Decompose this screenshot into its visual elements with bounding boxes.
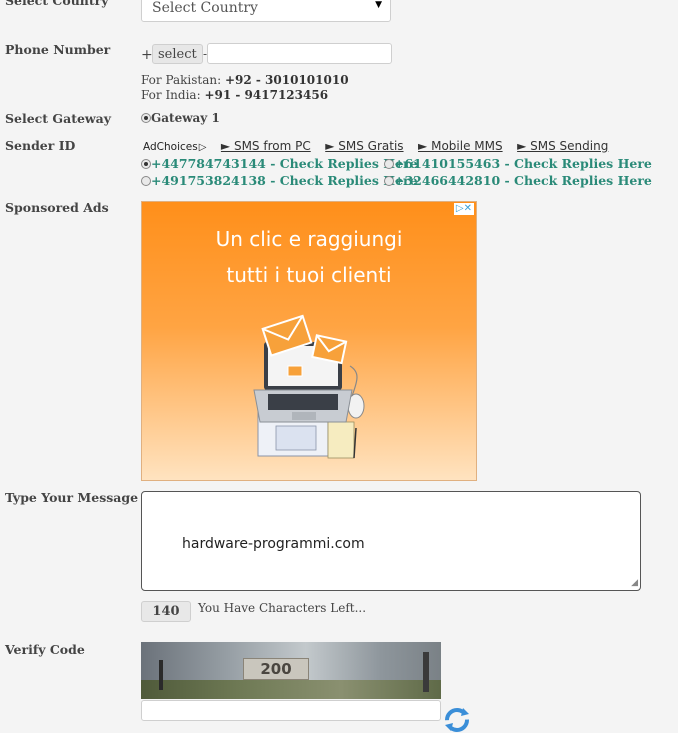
ad-banner[interactable]: ▷✕ Un clic e raggiungi tutti i tuoi clie… (141, 201, 477, 481)
country-label: Select Country (5, 0, 109, 8)
verify-label: Verify Code (5, 642, 85, 657)
char-counter-label: You Have Characters Left... (198, 601, 367, 615)
ad-headline-2: tutti i tuoi clienti (226, 263, 392, 287)
ad-close-icon[interactable]: ▷✕ (453, 203, 474, 215)
hint-india-value: +91 - 9417123456 (204, 88, 329, 102)
message-text: hardware-programmi.com (182, 536, 365, 552)
message-label: Type Your Message (5, 490, 139, 505)
country-code-button[interactable]: select (152, 44, 203, 64)
phone-label: Phone Number (5, 42, 111, 57)
captcha-post-left (159, 660, 163, 690)
gateway-radio[interactable] (141, 113, 151, 123)
captcha-ground (141, 680, 441, 699)
ad-headline-1: Un clic e raggiungi (215, 227, 403, 251)
country-select[interactable]: Select Country ▼ (141, 0, 391, 22)
hint-pakistan-prefix: For Pakistan: (141, 73, 225, 87)
captcha-image: 200 (141, 642, 441, 699)
ad-link-sms-sending[interactable]: ► SMS Sending (517, 139, 608, 153)
char-counter: 140 (141, 601, 191, 622)
sender-option-2[interactable]: +61410155463 - Check Replies Here (384, 156, 652, 171)
ad-link-sms-from-pc[interactable]: ► SMS from PC (221, 139, 311, 153)
captcha-number-plate: 200 (243, 658, 309, 680)
ad-link-sms-gratis[interactable]: ► SMS Gratis (325, 139, 403, 153)
sender-option-1[interactable]: +447784743144 - Check Replies Here (141, 156, 418, 171)
captcha-post-right (423, 652, 429, 692)
sender-option-1-label[interactable]: +447784743144 - Check Replies Here (151, 156, 418, 171)
sender-radio-4[interactable] (384, 176, 394, 186)
sender-option-3-label[interactable]: +491753824138 - Check Replies Here (151, 173, 418, 188)
country-select-value: Select Country (152, 0, 258, 16)
sponsored-label: Sponsored Ads (5, 200, 109, 215)
adchoices-icon[interactable]: ▷ (199, 142, 207, 153)
phone-number-input[interactable] (207, 43, 392, 64)
phone-plus-sign: + (141, 47, 153, 63)
message-textarea[interactable]: hardware-programmi.com ◢ (141, 491, 641, 591)
laptop-illustration-icon (253, 314, 365, 459)
sender-option-4-label[interactable]: +32466442810 - Check Replies Here (394, 173, 652, 188)
sender-label: Sender ID (5, 138, 76, 153)
gateway-option-label: Gateway 1 (151, 111, 220, 125)
refresh-icon[interactable] (443, 706, 471, 733)
ad-link-bar: AdChoices▷ ► SMS from PC ► SMS Gratis ► … (143, 139, 608, 153)
sender-radio-2[interactable] (384, 159, 394, 169)
ad-link-mobile-mms[interactable]: ► Mobile MMS (418, 139, 503, 153)
gateway-label: Select Gateway (5, 111, 112, 126)
chevron-down-icon: ▼ (375, 0, 382, 10)
hint-pakistan: For Pakistan: +92 - 3010101010 (141, 73, 349, 87)
resize-grip-icon[interactable]: ◢ (631, 579, 638, 588)
hint-india-prefix: For India: (141, 88, 205, 102)
captcha-input[interactable] (141, 700, 441, 721)
adchoices-label[interactable]: AdChoices (143, 141, 198, 153)
sender-option-2-label[interactable]: +61410155463 - Check Replies Here (394, 156, 652, 171)
gateway-option[interactable]: Gateway 1 (141, 111, 220, 125)
sender-option-4[interactable]: +32466442810 - Check Replies Here (384, 173, 652, 188)
hint-india: For India: +91 - 9417123456 (141, 88, 328, 102)
sender-option-3[interactable]: +491753824138 - Check Replies Here (141, 173, 418, 188)
sender-radio-3[interactable] (141, 176, 151, 186)
hint-pakistan-value: +92 - 3010101010 (224, 73, 349, 87)
sender-radio-1[interactable] (141, 159, 151, 169)
